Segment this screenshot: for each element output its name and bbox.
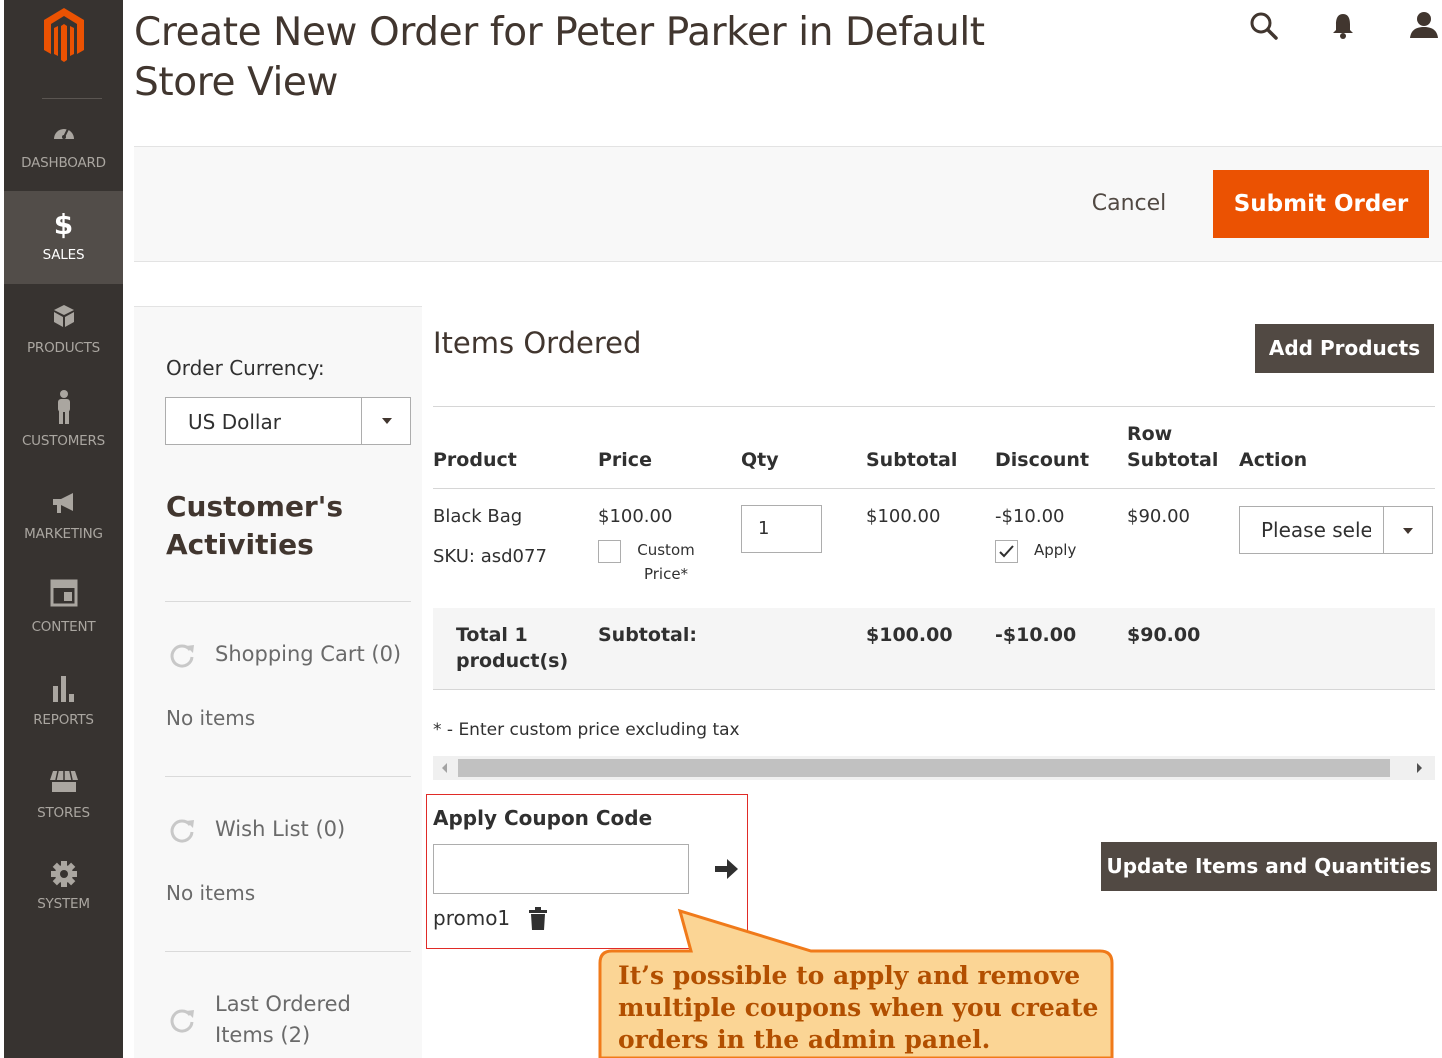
sidebar-item-system[interactable]: SYSTEM: [4, 842, 123, 935]
dollar-icon: $: [53, 208, 74, 241]
horizontal-scrollbar[interactable]: [433, 756, 1435, 780]
item-subtotal: $100.00: [866, 506, 941, 527]
update-items-button[interactable]: Update Items and Quantities: [1101, 842, 1437, 891]
item-row-subtotal: $90.00: [1127, 506, 1190, 527]
sidebar-item-dashboard[interactable]: DASHBOARD: [4, 105, 123, 198]
qty-input[interactable]: 1: [741, 505, 822, 553]
sidebar-label: REPORTS: [33, 712, 94, 728]
user-icon[interactable]: [1406, 10, 1442, 46]
scroll-right-arrow-icon[interactable]: [1417, 763, 1422, 773]
section-divider: [165, 951, 411, 952]
header-rule: [433, 488, 1435, 489]
custom-price-label: Custom Price*: [637, 541, 695, 583]
checkmark-icon: [999, 545, 1014, 558]
last-ordered-items-link[interactable]: Last Ordered Items (2): [215, 989, 375, 1051]
apply-discount-label: Apply: [1034, 541, 1077, 559]
admin-sidebar: DASHBOARD $ SALES PRODUCTS CUSTOMERS MAR…: [4, 0, 123, 1058]
item-price: $100.00: [598, 506, 673, 527]
applied-coupon-code: promo1: [433, 906, 511, 930]
page-title: Create New Order for Peter Parker in Def…: [134, 10, 985, 105]
column-header-subtotal: Subtotal: [866, 449, 958, 471]
column-header-action: Action: [1239, 449, 1308, 471]
storefront-icon: [4, 769, 123, 799]
sidebar-item-content[interactable]: CONTENT: [4, 563, 123, 656]
refresh-icon[interactable]: [168, 816, 196, 844]
refresh-icon[interactable]: [168, 641, 196, 669]
callout-text: It’s possible to apply and remove multip…: [618, 961, 1099, 1054]
gear-icon: [4, 860, 123, 894]
arrow-right-icon[interactable]: [710, 854, 742, 884]
sidebar-label: SALES: [42, 247, 85, 263]
scrollbar-thumb[interactable]: [458, 759, 1390, 777]
coupon-code-input[interactable]: [433, 844, 689, 894]
custom-price-checkbox[interactable]: [598, 540, 621, 563]
bell-icon[interactable]: [1330, 10, 1370, 46]
sidebar-label: PRODUCTS: [26, 340, 101, 356]
chevron-down-icon: [382, 418, 392, 424]
dashboard-gauge-icon: [4, 121, 123, 149]
refresh-icon[interactable]: [168, 1006, 196, 1034]
chevron-down-icon: [1403, 528, 1413, 534]
column-header-qty: Qty: [741, 449, 779, 471]
megaphone-icon: [4, 492, 123, 520]
product-name: Black Bag: [433, 506, 523, 527]
order-currency-select[interactable]: US Dollar: [165, 397, 411, 445]
wish-list-empty: No items: [166, 881, 256, 905]
cancel-button[interactable]: Cancel: [1074, 180, 1184, 228]
add-products-button[interactable]: Add Products: [1255, 324, 1434, 373]
sidebar-divider: [42, 98, 102, 99]
column-header-row-subtotal: Row Subtotal: [1127, 423, 1219, 471]
totals-subtotal-label: Subtotal:: [598, 624, 697, 646]
column-header-discount: Discount: [995, 449, 1090, 471]
sidebar-item-reports[interactable]: REPORTS: [4, 656, 123, 749]
items-ordered-title: Items Ordered: [433, 326, 642, 360]
totals-row: [433, 608, 1435, 690]
currency-selected-value: US Dollar: [188, 410, 281, 434]
totals-discount: -$10.00: [995, 624, 1077, 646]
activities-title-text: Customer's Activities: [166, 490, 343, 561]
search-icon[interactable]: [1248, 10, 1288, 46]
totals-row-subtotal: $90.00: [1127, 624, 1201, 646]
bar-chart-icon: [4, 674, 123, 708]
sidebar-item-customers[interactable]: CUSTOMERS: [4, 377, 123, 470]
layout-icon: [4, 579, 123, 613]
section-divider: [165, 776, 411, 777]
sidebar-label: SYSTEM: [37, 896, 90, 912]
total-products-label: Total 1 product(s): [456, 624, 569, 672]
magento-logo-icon[interactable]: [40, 6, 88, 66]
shopping-cart-link[interactable]: Shopping Cart (0): [215, 639, 401, 670]
select-divider: [361, 398, 362, 444]
order-currency-label: Order Currency:: [166, 356, 325, 380]
customer-activities-title: Customer's Activities: [166, 488, 366, 564]
sidebar-item-marketing[interactable]: MARKETING: [4, 470, 123, 563]
sidebar-label: DASHBOARD: [21, 155, 106, 171]
sidebar-label: CUSTOMERS: [21, 433, 106, 449]
column-header-price: Price: [598, 449, 652, 471]
sidebar-item-sales[interactable]: $ SALES: [4, 191, 123, 284]
item-discount: -$10.00: [995, 506, 1065, 527]
sidebar-label: CONTENT: [31, 619, 96, 635]
action-selected-value: Please sele: [1261, 518, 1371, 542]
table-top-rule: [433, 406, 1435, 407]
scroll-left-arrow-icon[interactable]: [442, 763, 447, 773]
shopping-cart-empty: No items: [166, 706, 256, 730]
coupon-title: Apply Coupon Code: [433, 806, 653, 830]
custom-price-note: * - Enter custom price excluding tax: [433, 720, 740, 740]
sidebar-label: MARKETING: [24, 526, 103, 542]
person-icon: [4, 389, 123, 431]
submit-order-button[interactable]: Submit Order: [1213, 170, 1429, 238]
sidebar-item-stores[interactable]: STORES: [4, 749, 123, 842]
apply-discount-checkbox[interactable]: [995, 540, 1018, 563]
product-sku: SKU: asd077: [433, 546, 547, 567]
trash-icon[interactable]: [528, 907, 548, 931]
select-divider: [1383, 507, 1384, 553]
column-header-product: Product: [433, 449, 517, 471]
sidebar-item-products[interactable]: PRODUCTS: [4, 284, 123, 377]
box-icon: [4, 304, 123, 334]
totals-subtotal: $100.00: [866, 624, 953, 646]
item-action-select[interactable]: Please sele: [1239, 506, 1433, 554]
wish-list-link[interactable]: Wish List (0): [215, 814, 345, 845]
section-divider: [165, 601, 411, 602]
sidebar-label: STORES: [37, 805, 90, 821]
